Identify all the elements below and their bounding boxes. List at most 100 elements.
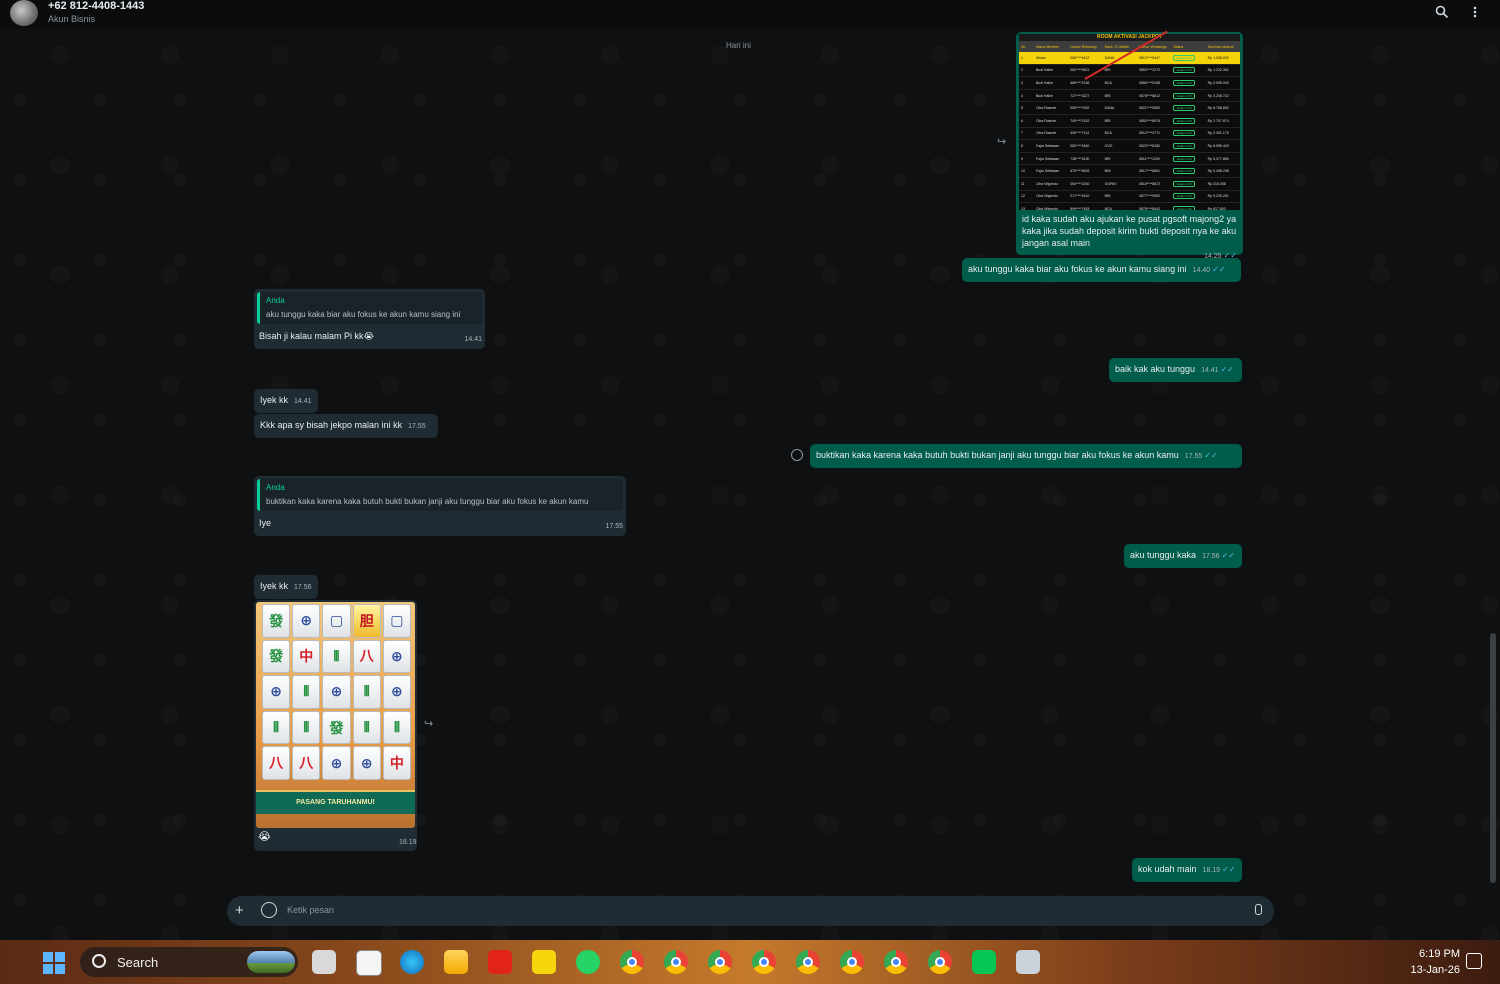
message-time: 18.19 xyxy=(1202,867,1221,874)
quote-text: aku tunggu kaka biar aku fokus ke akun k… xyxy=(266,310,461,319)
mahjong-tile: 八 xyxy=(262,746,291,780)
table-body: 1 Wulan 056****4412 DANA 0813****5447 Jackpot… xyxy=(1019,52,1240,210)
table-cell: 6 xyxy=(1021,118,1023,123)
table-cell: 740****2152 xyxy=(1070,118,1090,123)
sticker-icon[interactable] xyxy=(261,902,277,918)
chrome-icon[interactable] xyxy=(840,950,864,974)
table-cell: 1 xyxy=(1021,55,1023,60)
mahjong-tile: ⦀ xyxy=(292,675,321,709)
message-time: 17.55 xyxy=(605,523,623,530)
app-icon[interactable] xyxy=(1016,950,1040,974)
message-time: 18.19 xyxy=(399,839,417,846)
quote-text: buktikan kaka karena kaka butuh bukti bu… xyxy=(266,497,589,506)
message-bubble-out[interactable]: buktikan kaka karena kaka butuh bukti bu… xyxy=(810,444,1242,468)
table-cell: 0856****9198 xyxy=(1138,80,1160,85)
wps-office-icon[interactable] xyxy=(488,950,512,974)
clock-date: 13-Jan-26 xyxy=(1410,964,1460,976)
chrome-icon[interactable] xyxy=(796,950,820,974)
table-cell: 9 xyxy=(1021,156,1023,161)
windows-start-icon[interactable] xyxy=(43,952,65,974)
react-emoji-icon[interactable] xyxy=(791,449,803,461)
taskbar-search[interactable]: Search xyxy=(80,947,298,977)
search-highlight-image[interactable] xyxy=(247,951,295,973)
table-cell: 056****4412 xyxy=(1070,55,1090,60)
chrome-icon[interactable] xyxy=(752,950,776,974)
jackpot-table-image[interactable]: ROOM AKTIVASI JACKPOT No Nama Member Nom… xyxy=(1019,34,1240,210)
table-cell: BRI xyxy=(1104,68,1111,73)
table-cell: Citra Rasmie xyxy=(1035,131,1057,136)
table-row: 2 Budi Halim 082****0521 BRI 0853****2270 Jac… xyxy=(1019,65,1240,78)
message-time: 14.41 xyxy=(1201,367,1219,374)
whatsapp-window: +62 812-4408-1443 Akun Bisnis Hari ini R… xyxy=(0,0,1500,940)
quoted-message[interactable]: Anda aku tunggu kaka biar aku fokus ke a… xyxy=(257,292,482,324)
message-text: Kkk apa sy bisah jekpo malan ini kk xyxy=(260,420,403,430)
quote-author: Anda xyxy=(266,483,285,492)
chrome-icon[interactable] xyxy=(708,950,732,974)
mahjong-tile: 發 xyxy=(262,639,291,674)
message-text: Iyek kk xyxy=(260,395,289,405)
forward-icon[interactable]: ↪ xyxy=(997,135,1006,148)
attach-plus-icon[interactable]: + xyxy=(235,902,244,919)
table-header: No Nama Member Nomor Rekening Bank / E-W… xyxy=(1019,41,1240,52)
table-cell: Citra Rasmie xyxy=(1035,106,1057,111)
chrome-icon[interactable] xyxy=(884,950,908,974)
table-cell: Jackpot OK xyxy=(1171,105,1205,112)
table-cell: 727****3227 xyxy=(1070,93,1090,98)
notepad-icon[interactable] xyxy=(356,950,382,976)
status-badge: Jackpot OK xyxy=(1173,117,1195,124)
status-badge: Jackpot OK xyxy=(1173,168,1195,175)
message-caption: id kaka sudah aku ajukan ke pusat pgsoft… xyxy=(1019,211,1240,265)
quoted-message[interactable]: Anda buktikan kaka karena kaka butuh buk… xyxy=(257,479,623,511)
forward-icon[interactable]: ↪ xyxy=(424,717,433,730)
table-cell: Jackpot OK xyxy=(1171,205,1205,210)
table-cell: Budi Halim xyxy=(1035,93,1053,98)
mic-icon[interactable] xyxy=(1255,904,1262,915)
windows-taskbar: Search 6:19 PM 13-Jan-26 xyxy=(0,940,1500,984)
table-row: 10 Fajar Setiawan 670****5409 BNI 0817****66… xyxy=(1019,165,1240,178)
table-cell: 738****3130 xyxy=(1070,156,1090,161)
message-bubble-in[interactable]: Iyek kk 17.56 xyxy=(254,575,318,599)
system-clock[interactable]: 6:19 PM 13-Jan-26 xyxy=(1400,946,1460,978)
message-bubble-in[interactable]: Iyek kk 14.41 xyxy=(254,389,318,413)
status-badge: Jackpot OK xyxy=(1173,142,1195,149)
table-cell: Budi Halim xyxy=(1035,80,1053,85)
table-cell: 599****7483 xyxy=(1070,206,1090,210)
clock-time: 6:19 PM xyxy=(1419,948,1460,960)
message-text: aku tunggu kaka xyxy=(1130,550,1197,560)
chrome-icon[interactable] xyxy=(620,950,644,974)
message-bubble-out[interactable]: aku tunggu kaka biar aku fokus ke akun k… xyxy=(962,258,1241,282)
contact-name[interactable]: +62 812-4408-1443 xyxy=(48,0,144,12)
line-icon[interactable] xyxy=(972,950,996,974)
more-vert-icon[interactable] xyxy=(1467,5,1483,21)
message-bubble-in[interactable]: Anda buktikan kaka karena kaka butuh buk… xyxy=(254,476,626,536)
avatar[interactable] xyxy=(10,0,38,26)
mahjong-tile: 胆 xyxy=(352,604,381,638)
message-input[interactable]: Ketik pesan xyxy=(287,905,334,915)
sticky-notes-icon[interactable] xyxy=(532,950,556,974)
chat-header[interactable]: +62 812-4408-1443 Akun Bisnis xyxy=(0,0,1500,28)
task-view-icon[interactable] xyxy=(312,950,336,974)
chrome-icon[interactable] xyxy=(664,950,688,974)
chat-scrollbar[interactable] xyxy=(1490,633,1496,883)
status-badge: Jackpot OK xyxy=(1173,79,1195,86)
search-icon[interactable] xyxy=(1434,5,1450,21)
column-header: No xyxy=(1021,44,1026,49)
message-time: 17.56 xyxy=(294,584,312,591)
status-badge: Jackpot OK xyxy=(1173,193,1195,200)
message-bubble-out[interactable]: aku tunggu kaka 17.56 ✓✓ xyxy=(1124,544,1242,568)
message-bubble-out[interactable]: kok udah main 18.19 ✓✓ xyxy=(1132,858,1242,882)
message-bubble-out[interactable]: baik kak aku tunggu 14.41 ✓✓ xyxy=(1109,358,1242,382)
edge-icon[interactable] xyxy=(400,950,424,974)
notification-icon[interactable] xyxy=(1466,953,1482,969)
status-badge: Jackpot OK xyxy=(1173,155,1195,162)
status-badge: Jackpot OK xyxy=(1173,105,1195,112)
message-bubble-in[interactable]: Kkk apa sy bisah jekpo malan ini kk 17.55 xyxy=(254,414,438,438)
message-composer[interactable]: + Ketik pesan xyxy=(227,896,1274,926)
message-text: Iyek kk xyxy=(260,581,289,591)
table-row: 3 Budi Halim 689****2136 BCA 0856****9198 Jac… xyxy=(1019,77,1240,90)
message-bubble-in[interactable]: Anda aku tunggu kaka biar aku fokus ke a… xyxy=(254,289,485,349)
game-screenshot-image[interactable]: 發 ⊕ ▢ 胆 ▢ 發中 ⦀ 八 ⊕ ⊕ ⦀ ⊕ ⦀ ⊕ ⦀ ⦀ 發 ⦀ ⦀ 八八 ⊕ ⊕ 中 PASANG TARUHAN… xyxy=(256,602,415,828)
chrome-icon[interactable] xyxy=(928,950,952,974)
file-explorer-icon[interactable] xyxy=(444,950,468,974)
whatsapp-icon[interactable] xyxy=(576,950,600,974)
